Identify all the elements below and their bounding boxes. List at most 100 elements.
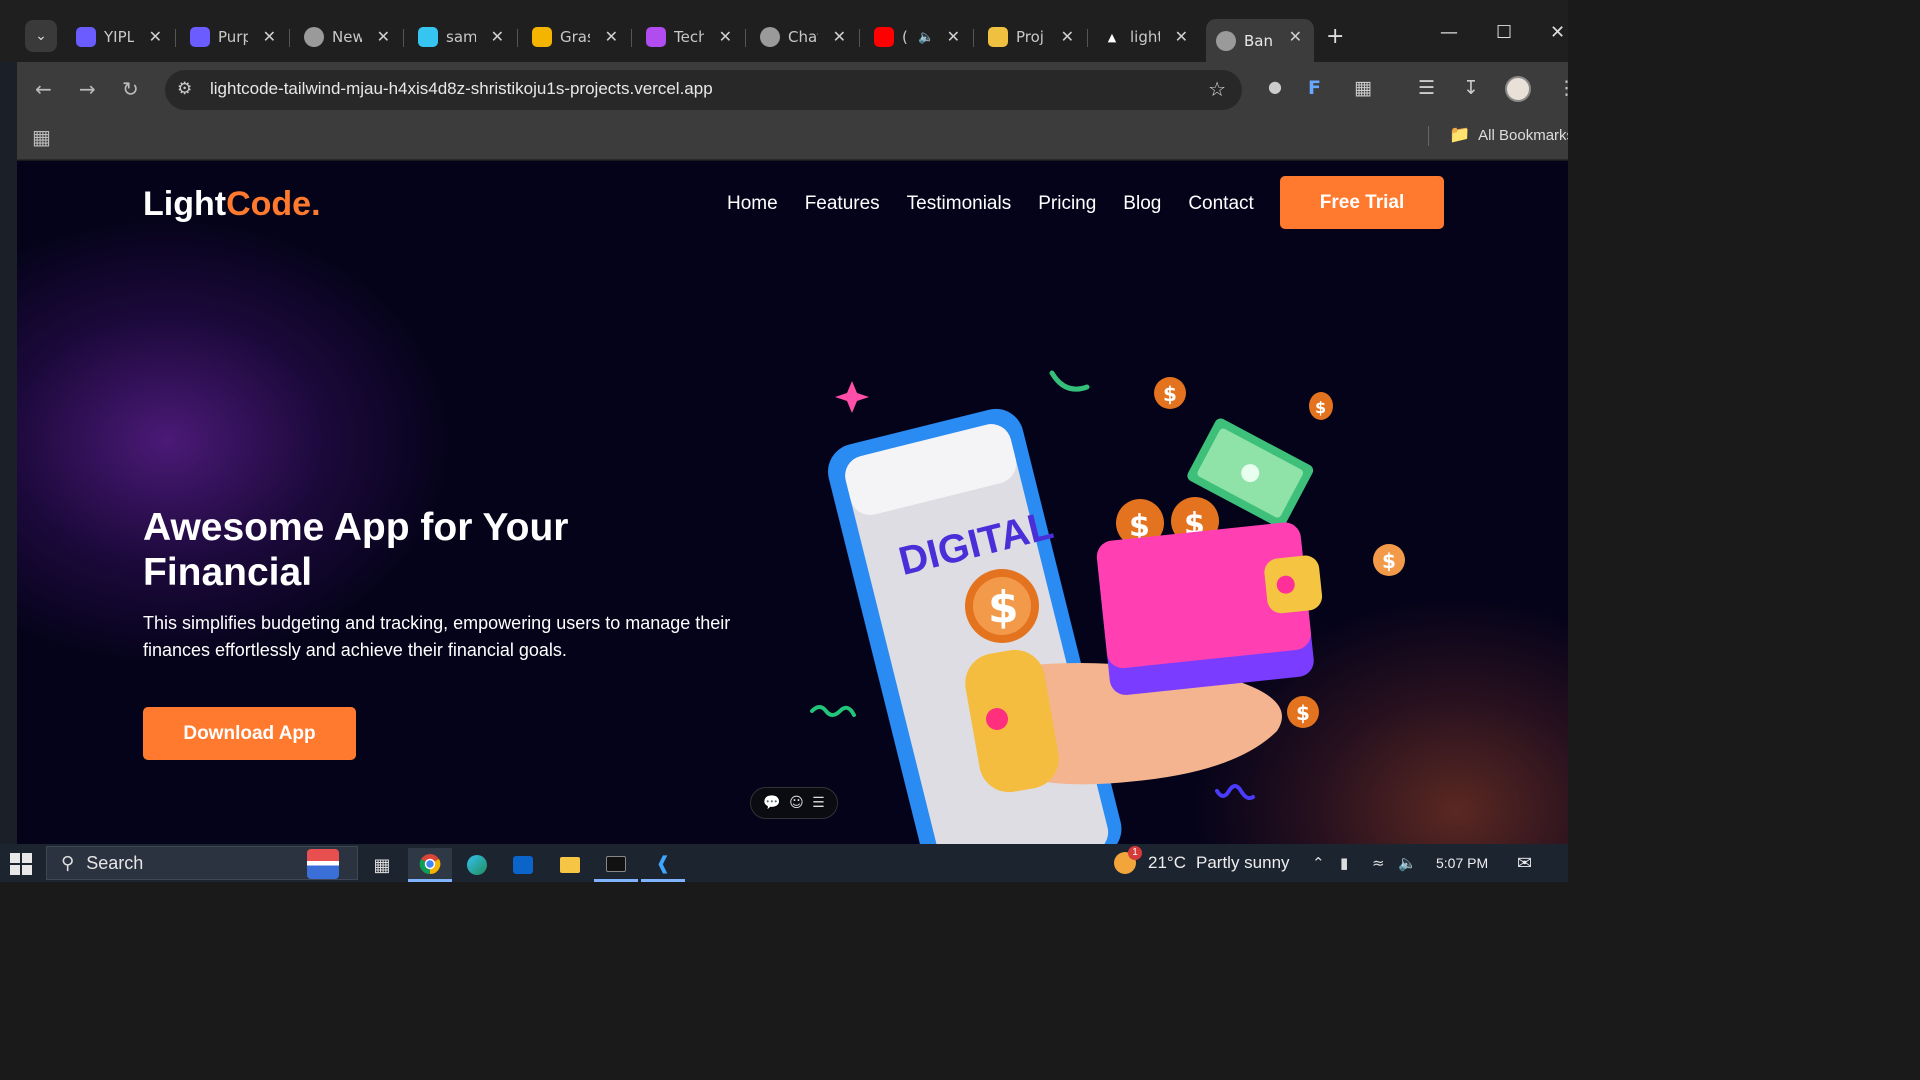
tab-title: Purp — [218, 28, 248, 46]
tab-title: Chat — [788, 28, 818, 46]
notification-icon[interactable]: ✉ — [1517, 853, 1532, 874]
nav-link-blog[interactable]: Blog — [1123, 193, 1161, 215]
forward-button[interactable]: → — [79, 77, 96, 101]
browser-tab[interactable]: Tech ✕ — [636, 19, 746, 55]
minimize-button[interactable]: — — [1440, 22, 1458, 43]
close-icon[interactable]: ✕ — [1061, 27, 1074, 46]
tab-title: Bank — [1244, 31, 1274, 50]
tab-title: New — [332, 28, 362, 46]
close-icon[interactable]: ✕ — [149, 27, 162, 46]
desktop-edge — [0, 62, 17, 844]
battery-icon[interactable]: ▮ — [1340, 854, 1348, 872]
close-icon[interactable]: ✕ — [605, 27, 618, 46]
extension-icon[interactable]: ● — [1268, 77, 1282, 96]
new-tab-button[interactable]: + — [1326, 24, 1344, 49]
close-icon[interactable]: ✕ — [947, 27, 960, 46]
all-bookmarks-button[interactable]: 📁 All Bookmarks — [1449, 125, 1568, 145]
tab-favicon-icon — [646, 27, 666, 47]
free-trial-button[interactable]: Free Trial — [1280, 176, 1444, 229]
clock[interactable]: 5:07 PM — [1436, 855, 1488, 871]
site-info-icon[interactable]: ⚙ — [177, 79, 192, 99]
tab-title: ( — [902, 28, 908, 46]
chrome-taskbar-icon[interactable] — [408, 848, 452, 882]
browser-tab[interactable]: ( 🔈 ✕ — [864, 19, 974, 55]
menu-icon[interactable]: ☰ — [812, 795, 825, 811]
screen: ⌄ YIPL ✕ Purp ✕ New ✕ sam ✕ Gras ✕ T — [0, 0, 1568, 882]
tab-favicon-icon — [532, 27, 552, 47]
squiggle-icon — [1215, 784, 1255, 801]
tab-title: Proj — [1016, 28, 1044, 46]
download-app-button[interactable]: Download App — [143, 707, 356, 760]
browser-tab[interactable]: New ✕ — [294, 19, 404, 55]
svg-text:$: $ — [988, 582, 1019, 633]
nav-link-features[interactable]: Features — [805, 193, 880, 215]
squiggle-icon — [1049, 370, 1090, 392]
browser-tab[interactable]: sam ✕ — [408, 19, 518, 55]
reading-list-icon[interactable]: ☰ — [1418, 77, 1435, 99]
nav-link-pricing[interactable]: Pricing — [1038, 193, 1096, 215]
wifi-icon[interactable]: ≈ — [1372, 854, 1385, 872]
tab-favicon-icon — [418, 27, 438, 47]
download-icon[interactable]: ↧ — [1463, 77, 1479, 99]
comment-icon[interactable]: 💬 — [763, 795, 780, 811]
weather-widget[interactable]: 1 21°C Partly sunny — [1114, 846, 1290, 874]
tab-favicon-icon — [76, 27, 96, 47]
weather-sun-icon: 1 — [1114, 846, 1142, 874]
profile-avatar[interactable] — [1505, 76, 1531, 102]
windows-start-icon[interactable] — [10, 853, 32, 875]
close-icon[interactable]: ✕ — [263, 27, 276, 46]
speaker-icon[interactable]: 🔈 — [918, 30, 934, 45]
close-icon[interactable]: ✕ — [1289, 27, 1302, 46]
volume-icon[interactable]: 🔈 — [1398, 854, 1417, 872]
browser-tab[interactable]: Chat ✕ — [750, 19, 860, 55]
vscode-taskbar-icon[interactable]: ❰ — [641, 848, 685, 882]
tab-favicon-icon — [874, 27, 894, 47]
taskbar-search-box[interactable]: ⚲ Search — [46, 846, 358, 880]
menu-kebab-icon[interactable]: ⋮ — [1557, 77, 1568, 99]
close-icon[interactable]: ✕ — [833, 27, 846, 46]
apps-grid-icon[interactable]: ▦ — [32, 125, 51, 149]
back-button[interactable]: ← — [35, 77, 52, 101]
close-icon[interactable]: ✕ — [719, 27, 732, 46]
file-explorer-taskbar-icon[interactable] — [548, 848, 592, 882]
browser-tab[interactable]: ▲ light ✕ — [1092, 19, 1200, 55]
browser-tab[interactable]: Proj ✕ — [978, 19, 1088, 55]
close-icon[interactable]: ✕ — [377, 27, 390, 46]
browser-tab-active[interactable]: Bank ✕ — [1206, 19, 1314, 62]
chevron-up-icon[interactable]: ⌃ — [1312, 854, 1325, 872]
squiggle-icon — [810, 705, 856, 717]
outlook-taskbar-icon[interactable] — [501, 848, 545, 882]
svg-text:$: $ — [1163, 382, 1177, 406]
reload-button[interactable]: ↻ — [122, 77, 139, 101]
weather-condition: Partly sunny — [1195, 853, 1290, 872]
nav-link-testimonials[interactable]: Testimonials — [907, 193, 1012, 215]
user-add-icon[interactable]: ☺ — [789, 795, 804, 811]
site-logo[interactable]: LightCode. — [143, 185, 321, 224]
edge-taskbar-icon[interactable] — [455, 848, 499, 882]
svg-text:$: $ — [1382, 549, 1396, 573]
address-bar[interactable]: ⚙ lightcode-tailwind-mjau-h4xis4d8z-shri… — [165, 70, 1242, 110]
nav-link-contact[interactable]: Contact — [1188, 193, 1253, 215]
tab-title: Gras — [560, 28, 590, 46]
tab-favicon-icon — [304, 27, 324, 47]
terminal-taskbar-icon[interactable] — [594, 848, 638, 882]
maximize-button[interactable]: ☐ — [1496, 22, 1512, 43]
folder-icon: 📁 — [1449, 125, 1471, 144]
url-text[interactable]: lightcode-tailwind-mjau-h4xis4d8z-shrist… — [210, 79, 713, 99]
close-icon[interactable]: ✕ — [1175, 27, 1188, 46]
tab-title: sam — [446, 28, 476, 46]
browser-tab[interactable]: YIPL ✕ — [66, 19, 176, 55]
tab-favicon-icon — [760, 27, 780, 47]
browser-tab[interactable]: Gras ✕ — [522, 19, 632, 55]
browser-tab[interactable]: Purp ✕ — [180, 19, 290, 55]
bookmark-star-icon[interactable]: ☆ — [1208, 77, 1226, 101]
close-window-button[interactable]: ✕ — [1550, 22, 1565, 43]
extensions-puzzle-icon[interactable]: ▦ — [1354, 77, 1372, 99]
svg-text:$: $ — [1315, 398, 1326, 417]
task-view-icon[interactable]: ▦ — [360, 848, 404, 882]
extension-icon[interactable]: F — [1308, 77, 1321, 99]
wallet-icon — [1096, 522, 1323, 695]
tab-search-button[interactable]: ⌄ — [25, 20, 57, 52]
close-icon[interactable]: ✕ — [491, 27, 504, 46]
nav-link-home[interactable]: Home — [727, 193, 778, 215]
